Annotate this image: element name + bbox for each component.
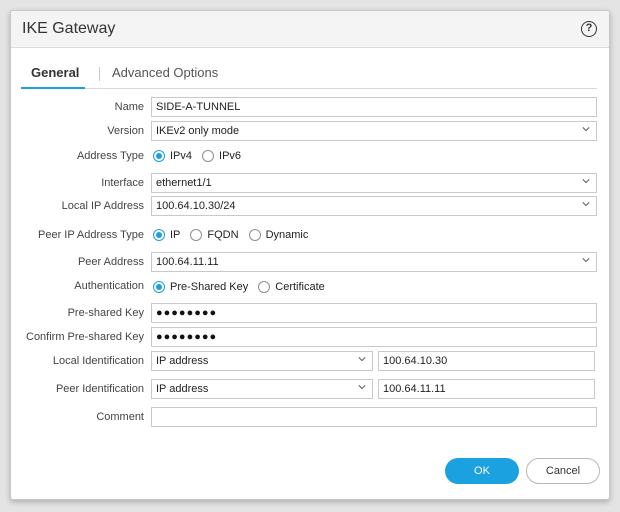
authentication-radio-group: Pre-Shared Key Certificate (153, 281, 335, 293)
name-value: SIDE-A-TUNNEL (156, 101, 241, 113)
confirm-psk-input[interactable]: ●●●●●●●● (151, 327, 597, 347)
chevron-down-icon (358, 385, 366, 390)
local-ip-select[interactable]: 100.64.10.30/24 (151, 196, 597, 216)
tab-separator (99, 67, 100, 81)
chevron-down-icon (582, 202, 590, 207)
address-type-radio-group: IPv4 IPv6 (153, 150, 251, 162)
interface-select[interactable]: ethernet1/1 (151, 173, 597, 193)
radio-certificate[interactable] (258, 281, 271, 293)
chevron-down-icon (582, 258, 590, 263)
chevron-down-icon (358, 357, 366, 362)
psk-value: ●●●●●●●● (156, 307, 218, 319)
address-type-label: Address Type (76, 150, 144, 162)
peer-id-input[interactable]: 100.64.11.11 (378, 379, 595, 399)
dialog-title: IKE Gateway (22, 20, 116, 37)
interface-value: ethernet1/1 (156, 177, 212, 189)
radio-ipv4[interactable] (153, 150, 165, 162)
peer-id-label: Peer Identification (55, 383, 144, 395)
peer-ip-type-label: Peer IP Address Type (38, 229, 144, 241)
peer-id-value: 100.64.11.11 (383, 383, 446, 395)
radio-ipv4-label: IPv4 (170, 150, 193, 162)
peer-address-label: Peer Address (77, 256, 144, 268)
local-id-type-select[interactable]: IP address (151, 351, 373, 371)
chevron-down-icon (582, 179, 590, 184)
chevron-down-icon (582, 127, 590, 132)
radio-ipv6-label: IPv6 (219, 150, 242, 162)
dialog-titlebar: IKE Gateway ? (11, 11, 609, 48)
peer-address-select[interactable]: 100.64.11.11 (151, 252, 597, 272)
version-value: IKEv2 only mode (156, 125, 240, 137)
name-label: Name (114, 101, 144, 113)
help-icon[interactable]: ? (581, 21, 597, 37)
radio-fqdn[interactable] (190, 229, 203, 241)
cancel-button[interactable]: Cancel (526, 458, 600, 484)
psk-label: Pre-shared Key (67, 307, 144, 319)
comment-label: Comment (96, 411, 144, 423)
confirm-psk-label: Confirm Pre-shared Key (26, 331, 144, 343)
peer-address-value: 100.64.11.11 (156, 256, 219, 268)
version-label: Version (107, 125, 144, 137)
radio-ip-label: IP (170, 229, 181, 241)
radio-pre-shared-key[interactable] (153, 281, 165, 293)
authentication-label: Authentication (74, 280, 144, 292)
radio-pre-shared-key-label: Pre-Shared Key (170, 281, 249, 293)
tab-advanced-options[interactable]: Advanced Options (112, 63, 218, 89)
peer-id-type-select[interactable]: IP address (151, 379, 373, 399)
peer-ip-type-radio-group: IP FQDN Dynamic (153, 229, 318, 241)
local-id-input[interactable]: 100.64.10.30 (378, 351, 595, 371)
confirm-psk-value: ●●●●●●●● (156, 331, 218, 343)
peer-id-type-value: IP address (156, 383, 209, 395)
tab-bar: General Advanced Options (21, 63, 597, 89)
local-id-type-value: IP address (156, 355, 209, 367)
radio-certificate-label: Certificate (275, 281, 325, 293)
radio-fqdn-label: FQDN (207, 229, 239, 241)
radio-dynamic[interactable] (248, 229, 261, 241)
local-id-label: Local Identification (52, 355, 144, 367)
radio-ip[interactable] (153, 229, 165, 241)
ok-button[interactable]: OK (445, 458, 519, 484)
local-ip-value: 100.64.10.30/24 (156, 200, 236, 212)
psk-input[interactable]: ●●●●●●●● (151, 303, 597, 323)
radio-ipv6[interactable] (202, 150, 215, 162)
interface-label: Interface (101, 177, 144, 189)
name-input[interactable]: SIDE-A-TUNNEL (151, 97, 597, 117)
local-id-value: 100.64.10.30 (383, 355, 448, 367)
comment-input[interactable] (151, 407, 597, 427)
radio-dynamic-label: Dynamic (265, 229, 309, 241)
local-ip-label: Local IP Address (61, 200, 144, 212)
ike-gateway-dialog: IKE Gateway ? General Advanced Options N… (10, 10, 610, 500)
version-select[interactable]: IKEv2 only mode (151, 121, 597, 141)
tab-general[interactable]: General (21, 63, 86, 89)
